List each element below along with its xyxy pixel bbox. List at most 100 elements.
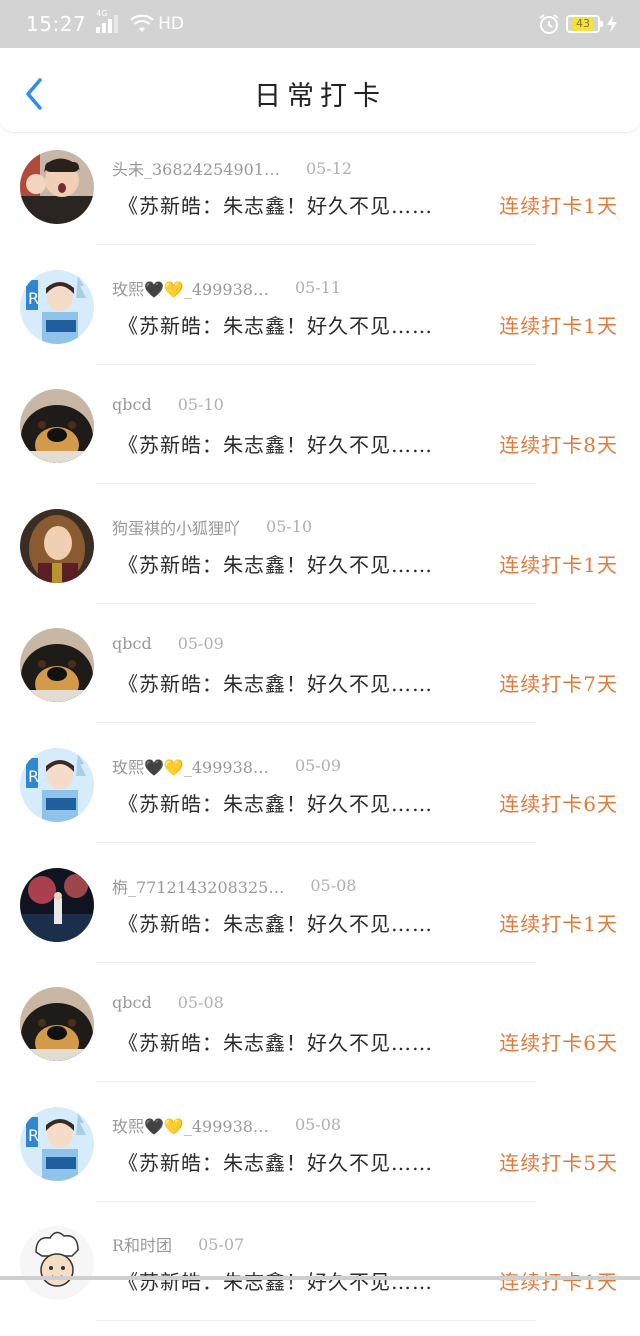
wifi-icon xyxy=(130,15,154,32)
username[interactable]: 玫熙🖤💛_499938… xyxy=(112,1113,269,1137)
page-title: 日常打卡 xyxy=(254,81,386,112)
avatar[interactable]: R xyxy=(20,747,94,822)
item-meta: 玫熙🖤💛_499938… 05-11 xyxy=(112,276,341,300)
message-line: 《苏新皓：朱志鑫！好久不见…… 连续打卡6天 xyxy=(118,1027,618,1056)
username[interactable]: qbcd xyxy=(112,993,152,1012)
cell-signal-icon: 4G xyxy=(96,9,119,33)
divider xyxy=(96,244,536,245)
post-date: 05-08 xyxy=(294,1115,342,1135)
streak-label: 连续打卡1天 xyxy=(499,194,618,218)
avatar[interactable] xyxy=(20,150,94,224)
message-text: 《苏新皓：朱志鑫！好久不见…… xyxy=(118,1270,433,1295)
username[interactable]: 栴_7712143208325… xyxy=(112,874,284,898)
message-line: 《苏新皓：朱志鑫！好久不见…… 连续打卡1天 xyxy=(118,1266,618,1295)
status-time: 15:27 xyxy=(26,12,87,36)
alarm-icon xyxy=(539,14,559,34)
username[interactable]: 狗蛋祺的小狐狸吖 xyxy=(112,515,240,539)
avatar[interactable]: R xyxy=(20,269,94,344)
message-text: 《苏新皓：朱志鑫！好久不见…… xyxy=(118,911,433,936)
username[interactable]: 玫熙🖤💛_499938… xyxy=(112,754,269,778)
divider xyxy=(96,1081,536,1083)
avatar[interactable] xyxy=(20,987,94,1062)
streak-label: 连续打卡8天 xyxy=(499,433,618,458)
divider xyxy=(96,961,536,963)
message-text: 《苏新皓：朱志鑫！好久不见…… xyxy=(118,1031,433,1056)
message-line: 《苏新皓：朱志鑫！好久不见…… 连续打卡6天 xyxy=(118,788,618,817)
hd-indicator: HD xyxy=(158,14,185,34)
svg-text:R: R xyxy=(28,289,39,308)
message-text: 《苏新皓：朱志鑫！好久不见…… xyxy=(118,1150,433,1175)
username[interactable]: 玫熙🖤💛_499938… xyxy=(112,276,269,300)
battery-icon: 43 xyxy=(566,15,603,33)
bolt-icon xyxy=(607,15,617,33)
list-item[interactable]: 头未_36824254901… 05-12 《苏新皓：朱志鑫！好久不见…… 连续打卡1… xyxy=(0,140,640,260)
post-date: 05-08 xyxy=(177,993,224,1013)
post-date: 05-09 xyxy=(177,634,224,654)
battery-level: 43 xyxy=(572,17,594,31)
avatar[interactable]: R xyxy=(20,1106,94,1181)
username[interactable]: qbcd xyxy=(112,634,152,653)
status-bar: 15:27 4G HD 43 xyxy=(0,0,640,48)
scroll-indicator xyxy=(0,1276,640,1280)
avatar[interactable] xyxy=(20,867,94,942)
divider xyxy=(96,602,536,604)
username[interactable]: R和时团 xyxy=(112,1232,172,1256)
message-text: 《苏新皓：朱志鑫！好久不见…… xyxy=(118,791,433,816)
message-line: 《苏新皓：朱志鑫！好久不见…… 连续打卡1天 xyxy=(118,190,618,219)
list-item[interactable]: qbcd 05-10 《苏新皓：朱志鑫！好久不见…… 连续打卡8天 xyxy=(0,379,640,499)
message-text: 《苏新皓：朱志鑫！好久不见…… xyxy=(118,672,433,697)
streak-label: 连续打卡1天 xyxy=(499,1270,618,1295)
streak-label: 连续打卡5天 xyxy=(499,1150,618,1175)
post-date: 05-10 xyxy=(266,517,313,537)
nav-bar: 日常打卡 xyxy=(0,48,640,133)
list-item[interactable]: qbcd 05-09 《苏新皓：朱志鑫！好久不见…… 连续打卡7天 xyxy=(0,618,640,738)
streak-label: 连续打卡1天 xyxy=(499,552,618,577)
list-item[interactable]: 栴_7712143208325… 05-08 《苏新皓：朱志鑫！好久不见…… 连续打卡… xyxy=(0,858,640,978)
streak-label: 连续打卡7天 xyxy=(499,672,618,697)
message-line: 《苏新皓：朱志鑫！好久不见…… 连续打卡1天 xyxy=(118,310,618,339)
divider xyxy=(96,722,536,724)
message-text: 《苏新皓：朱志鑫！好久不见…… xyxy=(118,313,433,338)
item-meta: qbcd 05-08 xyxy=(112,993,224,1012)
svg-text:R: R xyxy=(28,767,39,786)
item-meta: qbcd 05-09 xyxy=(112,634,224,653)
list-item[interactable]: R 玫熙🖤💛_499938… 05-08 《苏新皓：朱志鑫！好久不见…… 连续打卡5天 xyxy=(0,1097,640,1217)
item-meta: R和时团 05-07 xyxy=(112,1232,244,1256)
divider xyxy=(96,1200,536,1202)
post-date: 05-07 xyxy=(198,1234,245,1254)
post-date: 05-10 xyxy=(177,395,224,415)
message-line: 《苏新皓：朱志鑫！好久不见…… 连续打卡7天 xyxy=(118,668,618,697)
item-meta: 狗蛋祺的小狐狸吖 05-10 xyxy=(112,515,312,539)
username[interactable]: 头未_36824254901… xyxy=(112,156,280,180)
username[interactable]: qbcd xyxy=(112,395,152,414)
post-date: 05-09 xyxy=(294,756,342,776)
divider xyxy=(96,363,536,365)
item-meta: 玫熙🖤💛_499938… 05-08 xyxy=(112,1113,341,1137)
avatar[interactable] xyxy=(20,508,94,583)
message-line: 《苏新皓：朱志鑫！好久不见…… 连续打卡8天 xyxy=(118,429,618,458)
item-meta: qbcd 05-10 xyxy=(112,395,224,414)
item-meta: 头未_36824254901… 05-12 xyxy=(112,156,352,180)
divider xyxy=(96,483,536,485)
checkin-list: 头未_36824254901… 05-12 《苏新皓：朱志鑫！好久不见…… 连续打卡1… xyxy=(0,140,640,1336)
list-item[interactable]: R 玫熙🖤💛_499938… 05-11 《苏新皓：朱志鑫！好久不见…… 连续打卡1天 xyxy=(0,260,640,380)
list-item[interactable]: 狗蛋祺的小狐狸吖 05-10 《苏新皓：朱志鑫！好久不见…… 连续打卡1天 xyxy=(0,499,640,619)
message-text: 《苏新皓：朱志鑫！好久不见…… xyxy=(118,194,433,218)
divider xyxy=(96,1320,536,1322)
post-date: 05-08 xyxy=(310,876,357,896)
streak-label: 连续打卡6天 xyxy=(499,1031,618,1056)
message-text: 《苏新皓：朱志鑫！好久不见…… xyxy=(118,552,433,577)
avatar[interactable] xyxy=(20,1226,94,1301)
message-text: 《苏新皓：朱志鑫！好久不见…… xyxy=(118,433,433,458)
divider xyxy=(96,841,536,843)
list-item[interactable]: R 玫熙🖤💛_499938… 05-09 《苏新皓：朱志鑫！好久不见…… 连续打卡6天 xyxy=(0,738,640,858)
streak-label: 连续打卡6天 xyxy=(499,791,618,816)
avatar[interactable] xyxy=(20,389,94,464)
streak-label: 连续打卡1天 xyxy=(499,911,618,936)
post-date: 05-12 xyxy=(305,158,353,178)
avatar[interactable] xyxy=(20,628,94,703)
message-line: 《苏新皓：朱志鑫！好久不见…… 连续打卡1天 xyxy=(118,908,618,937)
item-meta: 玫熙🖤💛_499938… 05-09 xyxy=(112,754,341,778)
list-item[interactable]: qbcd 05-08 《苏新皓：朱志鑫！好久不见…… 连续打卡6天 xyxy=(0,977,640,1097)
svg-text:R: R xyxy=(28,1126,39,1145)
